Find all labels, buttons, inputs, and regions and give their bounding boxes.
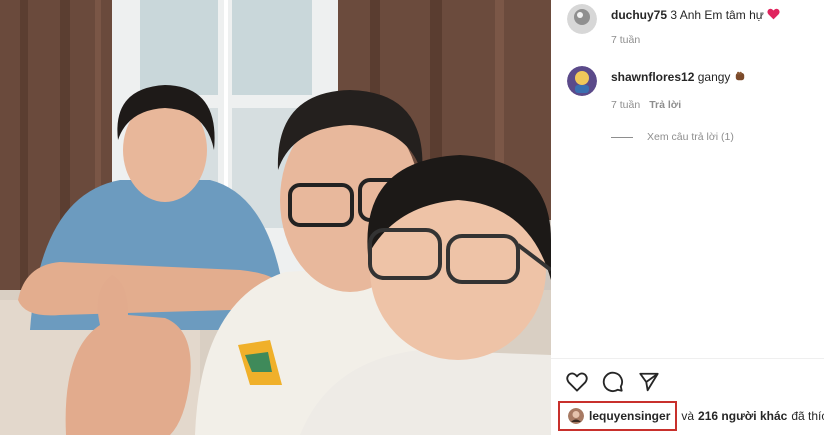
section-divider bbox=[551, 358, 824, 359]
comments-panel: duchuy75 3 Anh Em tâm hự 7 tuần shawnflo… bbox=[551, 0, 824, 435]
avatar[interactable] bbox=[567, 4, 597, 34]
liker-username[interactable]: lequyensinger bbox=[589, 409, 670, 423]
share-button[interactable] bbox=[638, 371, 660, 393]
replies-divider-line bbox=[611, 136, 633, 138]
avatar[interactable] bbox=[567, 66, 597, 96]
avatar[interactable] bbox=[568, 408, 584, 424]
fist-emoji-icon bbox=[735, 71, 744, 81]
view-replies-button[interactable]: Xem câu trả lời (1) bbox=[611, 131, 734, 143]
action-bar bbox=[566, 371, 660, 393]
comment-time: 7 tuần bbox=[611, 34, 641, 46]
comment-item: duchuy75 3 Anh Em tâm hự 7 tuần bbox=[567, 4, 824, 52]
post-photo bbox=[0, 0, 551, 435]
likes-summary: lequyensinger và 216 người khác đã thích bbox=[558, 401, 824, 431]
likes-connector: và bbox=[681, 409, 695, 423]
comment-button[interactable] bbox=[602, 371, 624, 393]
view-replies-label: Xem câu trả lời (1) bbox=[647, 131, 734, 143]
comment-username[interactable]: duchuy75 bbox=[611, 8, 667, 22]
share-icon bbox=[639, 372, 659, 392]
avatar-icon bbox=[567, 4, 597, 34]
avatar-icon bbox=[567, 66, 597, 96]
likes-count-label: 216 người khác bbox=[698, 409, 788, 423]
comment-meta: 7 tuần Trả lời bbox=[611, 99, 681, 111]
comment-body: 3 Anh Em tâm hự bbox=[670, 8, 764, 22]
comment-time: 7 tuần bbox=[611, 99, 641, 111]
comment-username[interactable]: shawnflores12 bbox=[611, 70, 694, 84]
comment-text: shawnflores12 gangy bbox=[611, 69, 746, 85]
avatar-icon bbox=[568, 408, 584, 424]
like-button[interactable] bbox=[566, 371, 588, 393]
comment-text: duchuy75 3 Anh Em tâm hự bbox=[611, 7, 780, 23]
red-heart-icon bbox=[767, 8, 780, 20]
liker-highlight-box: lequyensinger bbox=[558, 401, 678, 431]
reply-button[interactable]: Trả lời bbox=[649, 99, 681, 111]
heart-icon bbox=[566, 372, 588, 392]
selfie-photo bbox=[0, 0, 551, 435]
likes-count[interactable]: 216 người khác bbox=[698, 409, 787, 423]
comment-meta: 7 tuần bbox=[611, 34, 640, 46]
likes-suffix: đã thích bbox=[791, 409, 824, 423]
comment-body: gangy bbox=[697, 70, 731, 84]
comment-icon bbox=[602, 371, 623, 392]
